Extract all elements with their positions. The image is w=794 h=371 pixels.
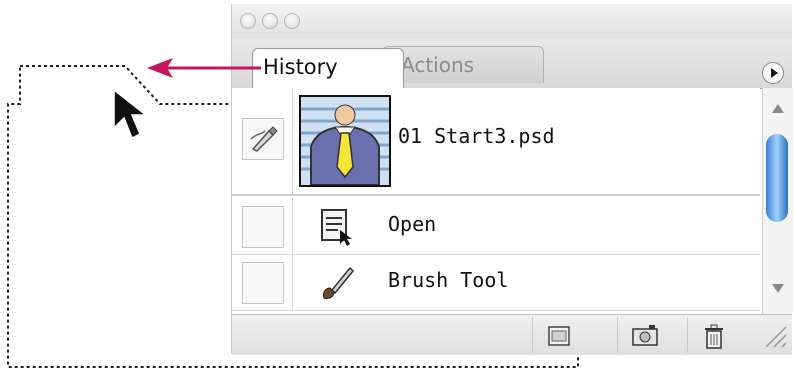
close-button[interactable] [240,13,256,29]
scroll-thumb[interactable] [766,134,788,222]
resize-grip-icon[interactable] [762,321,788,349]
scroll-down-arrow-icon[interactable] [772,284,784,293]
annotation-arrow-icon [147,58,261,78]
open-document-icon [321,209,352,246]
zoom-button[interactable] [284,13,300,29]
palette-toolbar [232,314,792,355]
tab-actions[interactable]: Actions [382,46,544,83]
minimize-button[interactable] [262,13,278,29]
trash-icon [705,324,723,349]
delete-state-button[interactable] [687,317,740,353]
snapshot-row[interactable]: 01 Start3.psd [232,88,760,196]
history-palette: Actions History 01 Start3.psd Open Brush… [231,4,793,355]
scroll-up-arrow-icon[interactable] [772,104,784,113]
vertical-scrollbar[interactable] [762,88,793,314]
tab-actions-label: Actions [401,53,475,77]
history-list: 01 Start3.psd Open Brush Tool [232,88,760,314]
tab-history-label: History [263,55,338,79]
history-source-box[interactable] [242,206,284,248]
tab-history[interactable]: History [252,48,404,89]
mouse-pointer-icon [113,88,149,140]
history-state-open[interactable]: Open [232,198,760,255]
history-brush-icon [250,126,278,152]
create-snapshot-icon [632,325,658,346]
new-document-button[interactable] [532,317,585,353]
history-brush-source-box[interactable] [242,118,284,160]
step-label: Brush Tool [388,268,509,292]
snapshot-name: 01 Start3.psd [398,124,555,148]
create-snapshot-button[interactable] [617,317,670,353]
new-document-from-state-icon [548,326,570,346]
businessman-image-icon [301,97,389,186]
brush-icon [323,266,355,299]
title-bar[interactable] [232,4,792,38]
column-divider [292,88,293,194]
history-state-brush-tool[interactable]: Brush Tool [232,254,760,311]
history-source-box[interactable] [242,262,284,304]
step-label: Open [388,212,437,236]
snapshot-thumbnail[interactable] [299,95,391,187]
palette-menu-button[interactable] [762,62,784,84]
column-divider [292,198,293,254]
column-divider [292,254,293,310]
